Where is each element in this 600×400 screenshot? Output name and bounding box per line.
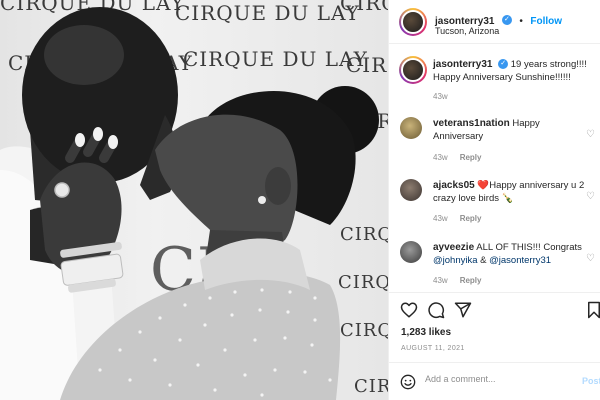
post-comment-button[interactable]: Post — [582, 376, 600, 386]
avatar[interactable] — [400, 179, 422, 201]
comment-text: ALL OF THIS!!! Congrats — [476, 242, 582, 253]
caption-username[interactable]: jasonterry31 — [433, 59, 492, 70]
backdrop-text: CIRQ — [340, 0, 388, 15]
avatar[interactable] — [400, 241, 422, 263]
comment-icon[interactable] — [427, 301, 445, 319]
verified-badge-icon: ✓ — [498, 59, 509, 70]
heart-icon[interactable]: ♡ — [586, 253, 595, 264]
post-header: jasonterry31 ✓ • Follow Tucson, Arizona — [389, 0, 600, 44]
bookmark-icon[interactable] — [585, 301, 600, 319]
avatar[interactable] — [399, 56, 427, 84]
reply-button[interactable]: Reply — [460, 153, 482, 162]
comment-input[interactable] — [425, 374, 565, 384]
ampersand: & — [480, 255, 487, 266]
comment-username[interactable]: ayveezie — [433, 242, 474, 253]
champagne-emoji: 🍾 — [501, 193, 514, 204]
avatar[interactable] — [400, 117, 422, 139]
share-icon[interactable] — [454, 301, 472, 319]
verified-badge-icon: ✓ — [501, 14, 512, 25]
comment-age: 43w — [433, 214, 448, 223]
backdrop-text: CIRQ — [340, 224, 388, 245]
backdrop-text: CIRQUE — [340, 320, 388, 341]
heart-icon[interactable]: ♡ — [586, 129, 595, 140]
list-item: veterans1nation Happy Anniversary 43w Rep… — [389, 113, 600, 168]
post-photo[interactable]: CIRQUE DU LAY CIRQUE DU LAY CIRQ CIRQUE … — [0, 0, 388, 400]
heart-icon[interactable]: ♡ — [586, 191, 595, 202]
emoji-icon[interactable] — [400, 374, 416, 390]
caption: jasonterry31 ✓ 19 years strong!!!! Happy… — [389, 52, 600, 104]
add-comment-bar: Post — [389, 362, 600, 400]
backdrop-text: CIRQUE — [338, 272, 388, 293]
post-date[interactable]: AUGUST 11, 2021 — [401, 345, 465, 352]
comment-username[interactable]: veterans1nation — [433, 118, 510, 129]
mention-link[interactable]: @johnyika — [433, 255, 478, 266]
backdrop-text: CIRQUE DU LAY — [183, 47, 368, 71]
likes-count[interactable]: 1,283 likes — [401, 327, 451, 338]
location-label[interactable]: Tucson, Arizona — [435, 26, 499, 36]
reply-button[interactable]: Reply — [460, 276, 482, 285]
backdrop-text: CIRQ — [354, 376, 388, 397]
red-heart-emoji: ❤️ — [477, 180, 490, 191]
comment-username[interactable]: ajacks05 — [433, 180, 475, 191]
action-bar — [389, 292, 600, 322]
photo-illustration: CIRQUE DU LAY CIRQUE DU LAY CIRQ CIRQUE … — [0, 0, 388, 400]
follow-button[interactable]: Follow — [530, 16, 562, 27]
avatar[interactable] — [399, 8, 427, 36]
list-item: ajacks05 ❤️Happy anniversary u 2 crazy l… — [389, 175, 600, 230]
heart-icon[interactable] — [400, 301, 418, 319]
comment-age: 43w — [433, 153, 448, 162]
caption-age: 43w — [433, 92, 448, 101]
comment-age: 43w — [433, 276, 448, 285]
mention-link[interactable]: @jasonterry31 — [489, 255, 551, 266]
backdrop-text: CIRQUE DU LAY — [175, 1, 360, 25]
list-item: ayveezie ALL OF THIS!!! Congrats @johnyi… — [389, 237, 600, 292]
reply-button[interactable]: Reply — [460, 214, 482, 223]
post-side-panel: jasonterry31 ✓ • Follow Tucson, Arizona … — [388, 0, 600, 400]
backdrop-text: CIRQ — [346, 53, 388, 77]
